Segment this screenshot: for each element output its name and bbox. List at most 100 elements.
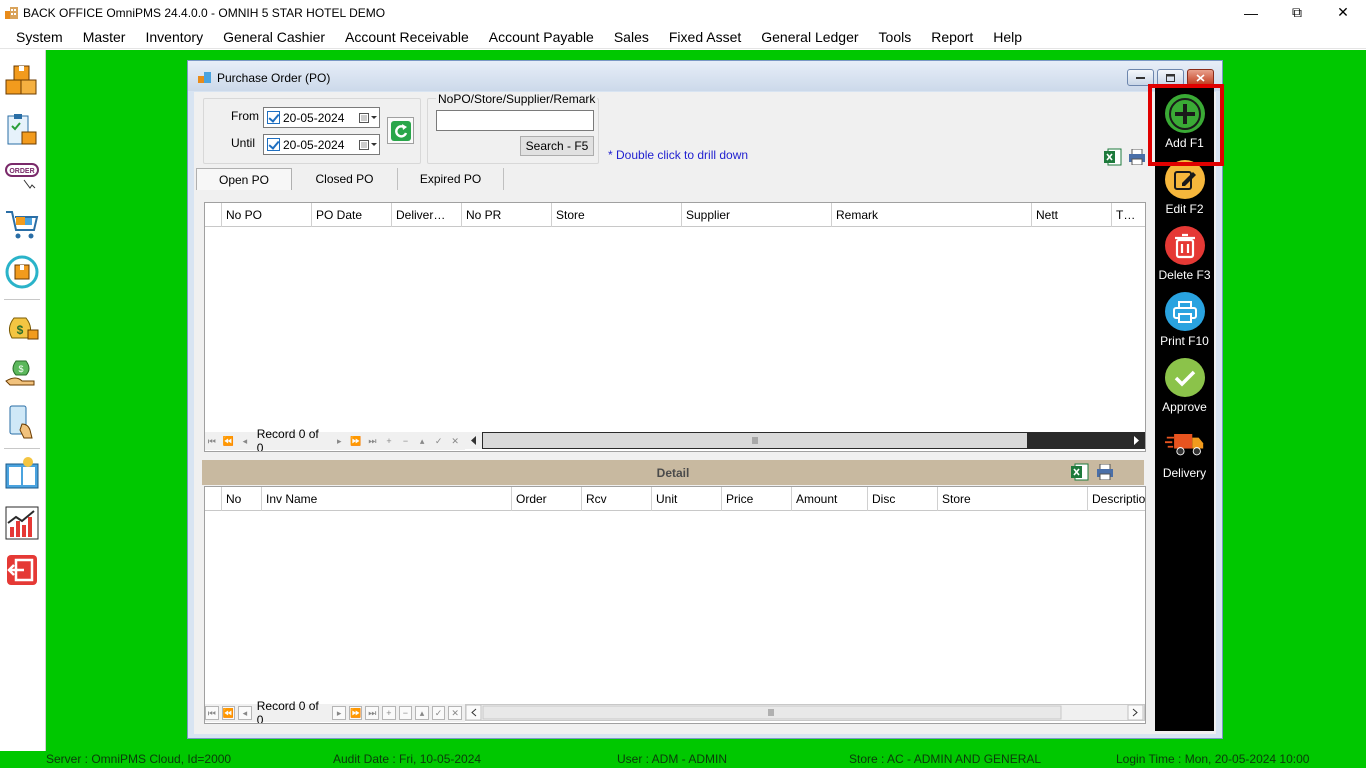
edit-record-icon[interactable]: ▴ xyxy=(415,434,429,448)
search-button[interactable]: Search - F5 xyxy=(520,136,594,156)
save-record-icon[interactable]: ✓ xyxy=(431,706,446,720)
menu-general-cashier[interactable]: General Cashier xyxy=(213,25,335,49)
money-bag-icon[interactable]: $ xyxy=(4,306,40,342)
refresh-button[interactable] xyxy=(387,117,414,144)
payment-hand-icon[interactable]: $ xyxy=(4,355,40,391)
col-store[interactable]: Store xyxy=(552,203,682,227)
close-button[interactable]: ✕ xyxy=(1320,0,1366,25)
menu-tools[interactable]: Tools xyxy=(869,25,922,49)
prev-page-icon[interactable]: ⏪ xyxy=(221,706,236,720)
detail-record-counter: Record 0 of 0 xyxy=(256,699,319,724)
status-bar: Server : OmniPMS Cloud, Id=2000 Audit Da… xyxy=(0,751,1366,768)
next-page-icon[interactable]: ⏩ xyxy=(348,706,363,720)
detail-grid-hscrollbar[interactable] xyxy=(465,704,1145,721)
menu-account-receivable[interactable]: Account Receivable xyxy=(335,25,479,49)
menu-general-ledger[interactable]: General Ledger xyxy=(751,25,868,49)
restore-button[interactable]: ⧉ xyxy=(1274,0,1320,25)
cart-icon[interactable] xyxy=(4,206,40,242)
po-grid[interactable]: No PO PO Date Deliver… No PR Store Suppl… xyxy=(204,202,1146,452)
sync-box-icon[interactable] xyxy=(4,254,40,290)
approve-button[interactable]: Approve xyxy=(1155,354,1214,414)
cancel-record-icon[interactable]: ✕ xyxy=(448,434,462,448)
calendar-dropdown-icon[interactable] xyxy=(357,135,379,154)
prev-page-icon[interactable]: ⏪ xyxy=(222,434,236,448)
edit-record-icon[interactable]: ▴ xyxy=(415,706,429,720)
inventory-boxes-icon[interactable] xyxy=(4,62,40,98)
menu-account-payable[interactable]: Account Payable xyxy=(479,25,604,49)
tab-expired-po[interactable]: Expired PO xyxy=(398,168,504,190)
order-icon[interactable]: ORDER xyxy=(4,158,40,194)
col-description[interactable]: Description xyxy=(1088,487,1145,511)
until-label: Until xyxy=(231,136,256,150)
next-record-icon[interactable]: ▸ xyxy=(332,434,346,448)
until-date-picker[interactable]: 20-05-2024 xyxy=(263,134,380,155)
col-disc[interactable]: Disc xyxy=(868,487,938,511)
delete-button[interactable]: Delete F3 xyxy=(1155,222,1214,282)
detail-title: Detail xyxy=(656,465,690,480)
next-record-icon[interactable]: ▸ xyxy=(332,706,346,720)
from-date-picker[interactable]: 20-05-2024 xyxy=(263,107,380,128)
calendar-dropdown-icon[interactable] xyxy=(357,108,379,127)
export-excel-icon[interactable] xyxy=(1104,148,1122,166)
delete-record-icon[interactable]: − xyxy=(399,434,413,448)
save-record-icon[interactable]: ✓ xyxy=(432,434,446,448)
svg-text:$: $ xyxy=(18,364,23,374)
until-date-checkbox[interactable] xyxy=(267,138,280,151)
col-amount[interactable]: Amount xyxy=(792,487,868,511)
delete-record-icon[interactable]: − xyxy=(398,706,413,720)
col-remark[interactable]: Remark xyxy=(832,203,1032,227)
col-total[interactable]: T… xyxy=(1112,203,1145,227)
col-delivery[interactable]: Deliver… xyxy=(392,203,462,227)
tab-open-po[interactable]: Open PO xyxy=(196,168,292,190)
prev-record-icon[interactable]: ◂ xyxy=(238,706,252,720)
logout-icon[interactable] xyxy=(4,552,40,588)
from-date-checkbox[interactable] xyxy=(267,111,280,124)
menu-inventory[interactable]: Inventory xyxy=(135,25,213,49)
menu-master[interactable]: Master xyxy=(73,25,136,49)
delivery-button[interactable]: Delivery xyxy=(1155,420,1214,480)
last-record-icon[interactable]: ⏭ xyxy=(366,434,380,448)
detail-print-preview-icon[interactable] xyxy=(1096,463,1114,481)
svg-text:$: $ xyxy=(17,323,24,337)
col-po-date[interactable]: PO Date xyxy=(312,203,392,227)
drill-down-hint: * Double click to drill down xyxy=(608,148,749,162)
next-page-icon[interactable]: ⏩ xyxy=(349,434,363,448)
col-detail-store[interactable]: Store xyxy=(938,487,1088,511)
col-no[interactable]: No xyxy=(222,487,262,511)
col-price[interactable]: Price xyxy=(722,487,792,511)
print-button[interactable]: Print F10 xyxy=(1155,288,1214,348)
col-nett[interactable]: Nett xyxy=(1032,203,1112,227)
col-no-po[interactable]: No PO xyxy=(222,203,312,227)
prev-record-icon[interactable]: ◂ xyxy=(238,434,252,448)
detail-export-excel-icon[interactable] xyxy=(1071,463,1089,481)
po-grid-hscrollbar[interactable] xyxy=(465,432,1145,449)
col-unit[interactable]: Unit xyxy=(652,487,722,511)
menu-system[interactable]: System xyxy=(6,25,73,49)
first-record-icon[interactable]: ⏮ xyxy=(205,434,219,448)
minimize-button[interactable]: — xyxy=(1228,0,1274,25)
menu-sales[interactable]: Sales xyxy=(604,25,659,49)
col-no-pr[interactable]: No PR xyxy=(462,203,552,227)
search-input[interactable] xyxy=(436,110,594,131)
col-order[interactable]: Order xyxy=(512,487,582,511)
status-server: Server : OmniPMS Cloud, Id=2000 xyxy=(46,752,232,766)
report-book-icon[interactable] xyxy=(4,456,40,492)
analytics-chart-icon[interactable] xyxy=(4,505,40,541)
last-record-icon[interactable]: ⏭ xyxy=(365,706,380,720)
detail-grid[interactable]: No Inv Name Order Rcv Unit Price Amount … xyxy=(204,486,1146,724)
col-supplier[interactable]: Supplier xyxy=(682,203,832,227)
first-record-icon[interactable]: ⏮ xyxy=(205,706,219,720)
menu-help[interactable]: Help xyxy=(983,25,1032,49)
menu-report[interactable]: Report xyxy=(921,25,983,49)
tab-closed-po[interactable]: Closed PO xyxy=(292,168,398,190)
col-inv-name[interactable]: Inv Name xyxy=(262,487,512,511)
add-record-icon[interactable]: + xyxy=(382,706,396,720)
clipboard-box-icon[interactable] xyxy=(4,112,40,148)
add-record-icon[interactable]: + xyxy=(382,434,396,448)
col-rcv[interactable]: Rcv xyxy=(582,487,652,511)
mobile-touch-icon[interactable] xyxy=(4,404,40,440)
menu-fixed-asset[interactable]: Fixed Asset xyxy=(659,25,751,49)
cancel-record-icon[interactable]: ✕ xyxy=(448,706,462,720)
print-preview-icon[interactable] xyxy=(1128,148,1146,166)
window-title: Purchase Order (PO) xyxy=(217,71,331,85)
